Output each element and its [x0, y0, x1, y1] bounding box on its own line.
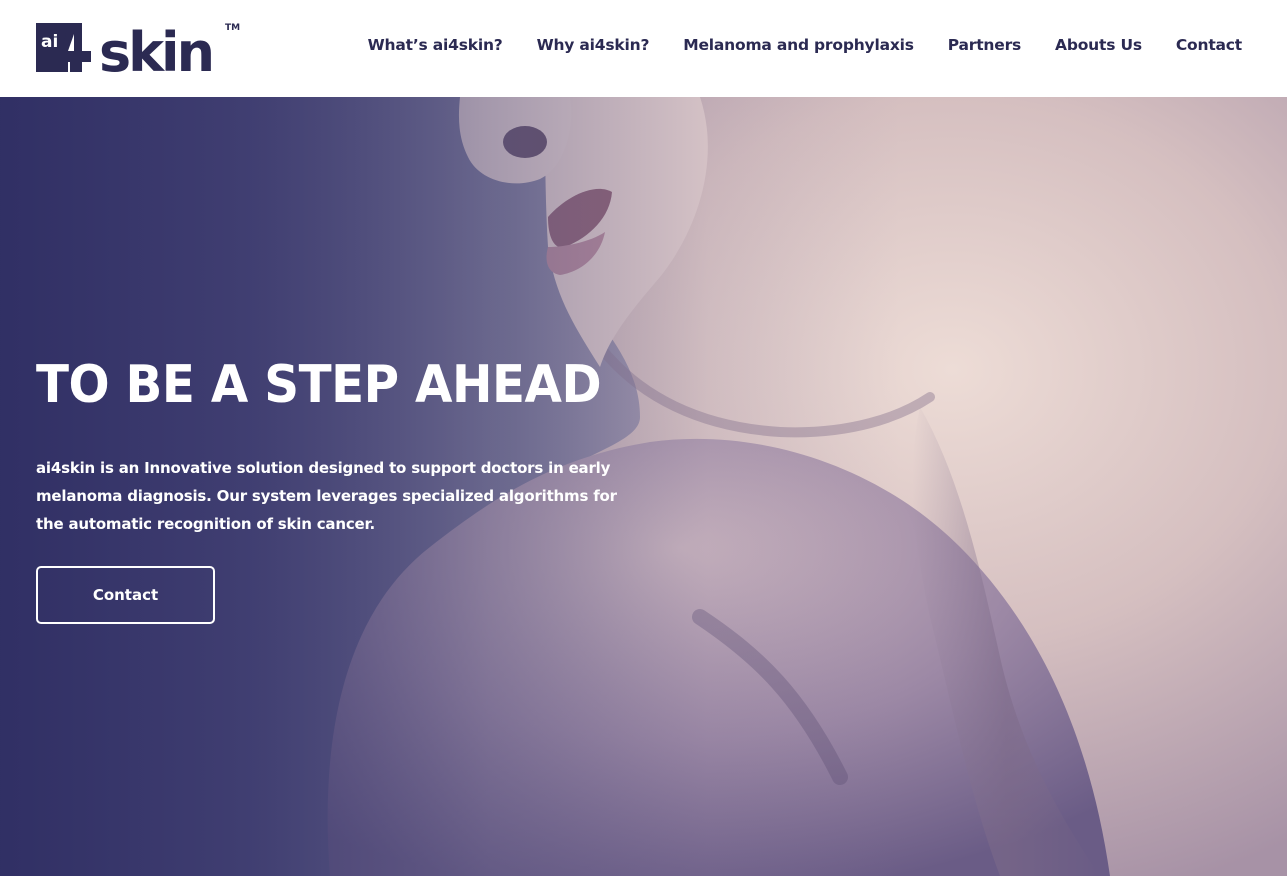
nav-item-partners[interactable]: Partners — [948, 36, 1021, 54]
nav-item-contact[interactable]: Contact — [1176, 36, 1242, 54]
contact-button[interactable]: Contact — [36, 566, 215, 624]
logo-prefix: ai — [41, 32, 58, 52]
hero-description: ai4skin is an Innovative solution design… — [36, 459, 617, 533]
nav-item-whats-ai4skin[interactable]: What’s ai4skin? — [368, 36, 503, 54]
nav-item-why-ai4skin[interactable]: Why ai4skin? — [537, 36, 650, 54]
hero-section: TO BE A STEP AHEAD ai4skin is an Innovat… — [0, 97, 1287, 876]
logo-word: skin — [99, 21, 212, 75]
nav-item-melanoma[interactable]: Melanoma and prophylaxis — [683, 36, 914, 54]
site-header: ai skin TM What’s ai4skin? Why ai4skin? … — [0, 0, 1287, 97]
nav-item-about-us[interactable]: Abouts Us — [1055, 36, 1142, 54]
logo-trademark: TM — [225, 23, 240, 33]
logo[interactable]: ai skin TM — [36, 20, 246, 75]
hero-title: TO BE A STEP AHEAD — [36, 355, 602, 415]
main-nav: What’s ai4skin? Why ai4skin? Melanoma an… — [368, 36, 1243, 54]
logo-mark: ai skin TM — [36, 21, 240, 75]
